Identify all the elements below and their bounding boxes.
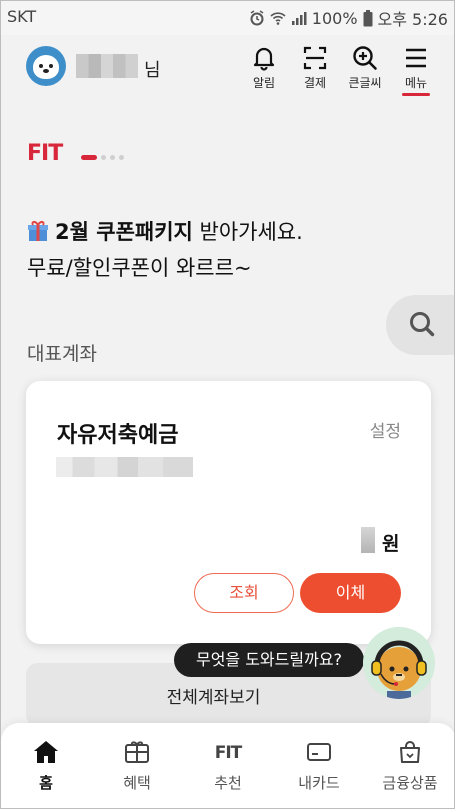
search-button[interactable] <box>386 295 454 355</box>
lion-mascot-icon <box>363 627 435 699</box>
page-dot[interactable] <box>101 155 106 160</box>
bear-face <box>33 55 59 79</box>
status-indicators: 100% 오후 5:26 <box>249 6 448 30</box>
search-icon <box>410 312 435 337</box>
bell-icon <box>253 47 275 71</box>
currency-unit: 원 <box>382 533 400 555</box>
payment-label: 결제 <box>303 76 327 90</box>
notification-label: 알림 <box>252 76 276 90</box>
avatar-eye-right <box>49 64 53 68</box>
fit-icon: FIT <box>214 743 243 763</box>
status-bar: SKT 100% 오후 5:26 <box>1 1 454 35</box>
large-text-label: 큰글씨 <box>348 76 382 90</box>
nav-financial-products[interactable]: 금융상품 <box>370 740 450 793</box>
banner-pagination <box>81 155 124 160</box>
gift-icon <box>125 741 149 763</box>
menu-button[interactable]: 메뉴 <box>394 45 438 91</box>
menu-label: 메뉴 <box>404 76 428 90</box>
avatar[interactable] <box>26 46 66 86</box>
banner-headline-bold: 2월 쿠폰패키지 <box>55 220 193 244</box>
wifi-icon <box>270 12 286 25</box>
bottom-navigation: 홈 혜택 FIT 추천 내카드 금융상품 <box>1 723 454 808</box>
masked-balance <box>361 527 375 553</box>
hamburger-icon <box>406 48 426 68</box>
masked-user-name <box>76 54 138 78</box>
menu-active-indicator <box>402 93 430 96</box>
avatar-eye-left <box>39 64 43 68</box>
nav-financial-products-label: 금융상품 <box>382 774 438 792</box>
app-screen: SKT 100% 오후 5:26 님 알림 결제 큰글씨 메뉴 FIT 2월 쿠… <box>0 0 455 809</box>
signal-icon <box>291 12 307 25</box>
shopping-bag-icon <box>400 741 420 763</box>
battery-percent: 100% <box>311 8 358 28</box>
carrier-label: SKT <box>7 7 37 26</box>
all-accounts-label: 전체계좌보기 <box>166 688 261 708</box>
page-dot[interactable] <box>110 155 115 160</box>
chatbot-mascot[interactable] <box>363 627 435 699</box>
home-icon <box>34 741 58 763</box>
transfer-button[interactable]: 이체 <box>300 573 401 613</box>
card-icon <box>307 743 331 761</box>
scan-icon <box>303 46 327 70</box>
banner-headline[interactable]: 2월 쿠폰패키지 받아가세요. <box>27 216 303 246</box>
clock: 오후 5:26 <box>377 10 448 29</box>
page-dot[interactable] <box>119 155 124 160</box>
nav-recommend-label: 추천 <box>214 774 242 792</box>
nav-my-card[interactable]: 내카드 <box>279 740 359 793</box>
account-name: 자유저축예금 <box>57 423 179 448</box>
payment-button[interactable]: 결제 <box>293 45 337 91</box>
avatar-nose <box>43 69 49 73</box>
alarm-icon <box>250 10 264 26</box>
gift-box-icon <box>28 221 48 241</box>
nav-home[interactable]: 홈 <box>6 740 86 793</box>
name-suffix: 님 <box>144 60 161 81</box>
large-text-button[interactable]: 큰글씨 <box>343 45 387 91</box>
nav-my-card-label: 내카드 <box>298 774 340 792</box>
help-bubble[interactable]: 무엇을 도와드릴까요? <box>174 643 364 677</box>
view-button[interactable]: 조회 <box>194 573 294 613</box>
settings-link[interactable]: 설정 <box>370 417 401 442</box>
zoom-in-icon <box>353 46 377 70</box>
banner-headline-rest: 받아가세요. <box>192 220 303 244</box>
nav-home-label: 홈 <box>39 774 53 792</box>
banner-subline[interactable]: 무료/할인쿠폰이 와르르~ <box>27 252 252 282</box>
account-card[interactable]: 자유저축예금 설정 원 조회 이체 <box>26 381 431 644</box>
notification-button[interactable]: 알림 <box>242 45 286 91</box>
fit-logo: FIT <box>27 141 63 166</box>
section-title-main-account: 대표계좌 <box>27 343 97 365</box>
page-dot-active[interactable] <box>81 155 97 160</box>
masked-account-number <box>56 457 193 477</box>
nav-benefits[interactable]: 혜택 <box>97 740 177 793</box>
nav-benefits-label: 혜택 <box>123 774 151 792</box>
battery-icon <box>363 9 373 26</box>
nav-recommend[interactable]: FIT 추천 <box>188 740 268 793</box>
